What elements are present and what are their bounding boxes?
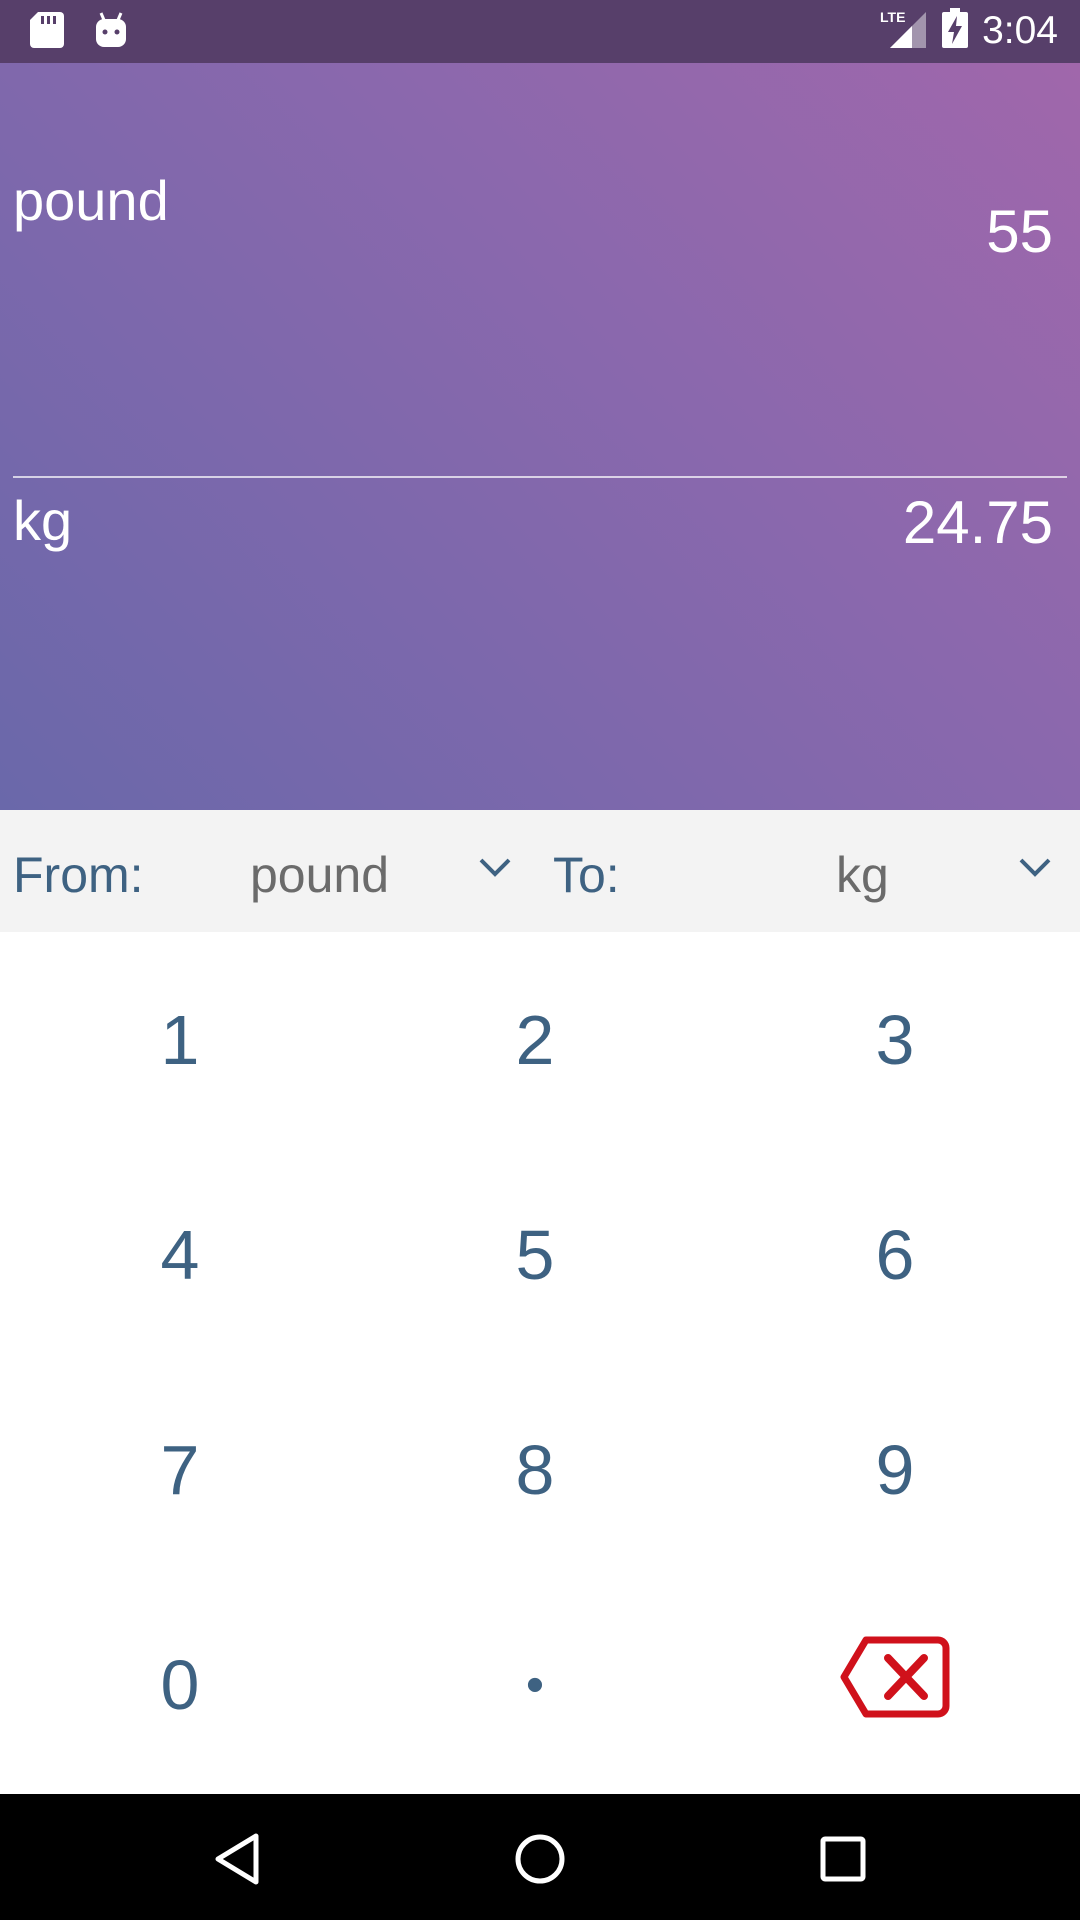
key-3[interactable]: 3 — [715, 932, 1075, 1147]
navigation-bar — [0, 1794, 1080, 1920]
sd-card-icon — [30, 12, 64, 53]
chevron-down-icon[interactable] — [1017, 850, 1053, 891]
backspace-button[interactable] — [715, 1577, 1075, 1792]
to-value-display: 24.75 — [902, 489, 1053, 556]
to-label: To: — [553, 847, 620, 903]
key-6[interactable]: 6 — [715, 1147, 1075, 1362]
from-unit-dropdown[interactable]: pound — [250, 846, 389, 904]
key-5[interactable]: 5 — [355, 1147, 715, 1362]
divider — [13, 476, 1067, 478]
svg-text:LTE: LTE — [880, 9, 905, 25]
key-1[interactable]: 1 — [0, 932, 360, 1147]
back-icon[interactable] — [202, 1824, 272, 1894]
key-4[interactable]: 4 — [0, 1147, 360, 1362]
from-label: From: — [13, 847, 144, 903]
to-unit-label: kg — [13, 489, 73, 552]
android-icon — [94, 12, 128, 53]
from-value-display[interactable]: 55 — [986, 197, 1053, 266]
lte-signal-icon: LTE — [880, 8, 928, 53]
conversion-display: pound 55 kg 24.75 — [0, 63, 1080, 810]
status-bar: LTE 3:04 — [0, 0, 1080, 63]
key-7[interactable]: 7 — [0, 1362, 360, 1577]
from-unit-label: pound — [13, 169, 169, 232]
key-0[interactable]: 0 — [0, 1577, 360, 1792]
key-9[interactable]: 9 — [715, 1362, 1075, 1577]
clock: 3:04 — [982, 8, 1058, 52]
key-8[interactable]: 8 — [355, 1362, 715, 1577]
key-2[interactable]: 2 — [355, 932, 715, 1147]
key-decimal[interactable]: • — [355, 1577, 715, 1792]
to-unit-dropdown[interactable]: kg — [836, 846, 889, 904]
chevron-down-icon[interactable] — [477, 850, 513, 891]
backspace-icon — [840, 1634, 950, 1736]
numeric-keypad: 1 2 3 4 5 6 7 8 9 0 • — [0, 932, 1080, 1794]
unit-selector-bar: From: pound To: kg — [0, 810, 1080, 933]
battery-charging-icon — [942, 8, 969, 53]
home-icon[interactable] — [505, 1824, 575, 1894]
recents-icon[interactable] — [808, 1824, 878, 1894]
